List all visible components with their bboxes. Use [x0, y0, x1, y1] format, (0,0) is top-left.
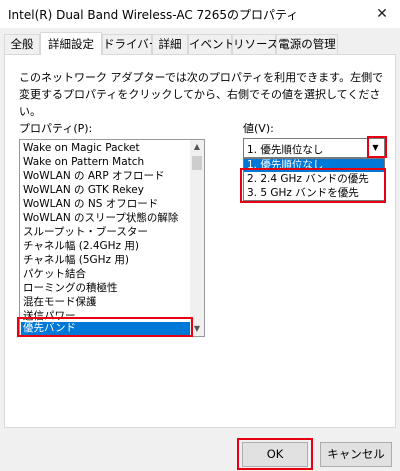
scroll-up-icon[interactable]: ▲: [190, 140, 204, 154]
value-select-current: 1. 優先順位なし: [247, 144, 324, 156]
list-item[interactable]: WoWLAN のスリープ状態の解除: [23, 212, 191, 225]
list-item[interactable]: 混在モード保護: [23, 296, 191, 309]
dropdown-option[interactable]: 2. 2.4 GHz バンドの優先: [244, 173, 384, 186]
property-label: プロパティ(P):: [19, 122, 93, 135]
ok-button[interactable]: OK: [242, 442, 308, 467]
property-list-scrollbar[interactable]: ▲ ▼: [190, 140, 204, 336]
scroll-down-icon[interactable]: ▼: [190, 322, 204, 336]
value-select[interactable]: 1. 優先順位なし ▼: [243, 138, 385, 158]
list-item[interactable]: WoWLAN の NS オフロード: [23, 198, 191, 211]
scroll-thumb[interactable]: [192, 156, 202, 170]
description-text: このネットワーク アダプターでは次のプロパティを利用できます。左側で変更するプロ…: [19, 71, 384, 118]
tab-details[interactable]: 詳細: [152, 34, 188, 54]
tab-events[interactable]: イベント: [188, 34, 235, 54]
tab-general[interactable]: 全般: [4, 34, 40, 54]
list-item[interactable]: WoWLAN の ARP オフロード: [23, 170, 191, 183]
list-item[interactable]: Wake on Pattern Match: [23, 156, 191, 169]
list-item[interactable]: チャネル幅 (5GHz 用): [23, 254, 191, 267]
tab-driver[interactable]: ドライバー: [102, 34, 160, 54]
chevron-down-icon[interactable]: ▼: [368, 140, 383, 156]
list-item-selected[interactable]: 優先バンド: [21, 322, 191, 335]
list-item[interactable]: チャネル幅 (2.4GHz 用): [23, 240, 191, 253]
property-list[interactable]: Wake on Magic Packet Wake on Pattern Mat…: [19, 139, 205, 337]
tab-resources[interactable]: リソース: [232, 34, 278, 54]
dropdown-option[interactable]: 1. 優先順位なし: [244, 159, 384, 172]
advanced-panel: このネットワーク アダプターでは次のプロパティを利用できます。左側で変更するプロ…: [4, 54, 396, 428]
list-item[interactable]: WoWLAN の GTK Rekey: [23, 184, 191, 197]
value-dropdown-list: 1. 優先順位なし 2. 2.4 GHz バンドの優先 3. 5 GHz バンド…: [243, 158, 385, 201]
value-label: 値(V):: [243, 122, 274, 135]
title-bar: Intel(R) Dual Band Wireless-AC 7265のプロパテ…: [0, 0, 400, 28]
close-icon[interactable]: ✕: [370, 4, 394, 24]
cancel-button[interactable]: キャンセル: [320, 442, 392, 467]
list-item[interactable]: Wake on Magic Packet: [23, 142, 191, 155]
list-item[interactable]: パケット結合: [23, 268, 191, 281]
dropdown-option[interactable]: 3. 5 GHz バンドを優先: [244, 187, 384, 200]
list-item[interactable]: ローミングの積極性: [23, 282, 191, 295]
window-title: Intel(R) Dual Band Wireless-AC 7265のプロパテ…: [8, 8, 299, 22]
list-item[interactable]: スループット・ブースター: [23, 226, 191, 239]
tab-power-management[interactable]: 電源の管理: [276, 34, 338, 54]
tab-advanced[interactable]: 詳細設定: [40, 32, 102, 55]
